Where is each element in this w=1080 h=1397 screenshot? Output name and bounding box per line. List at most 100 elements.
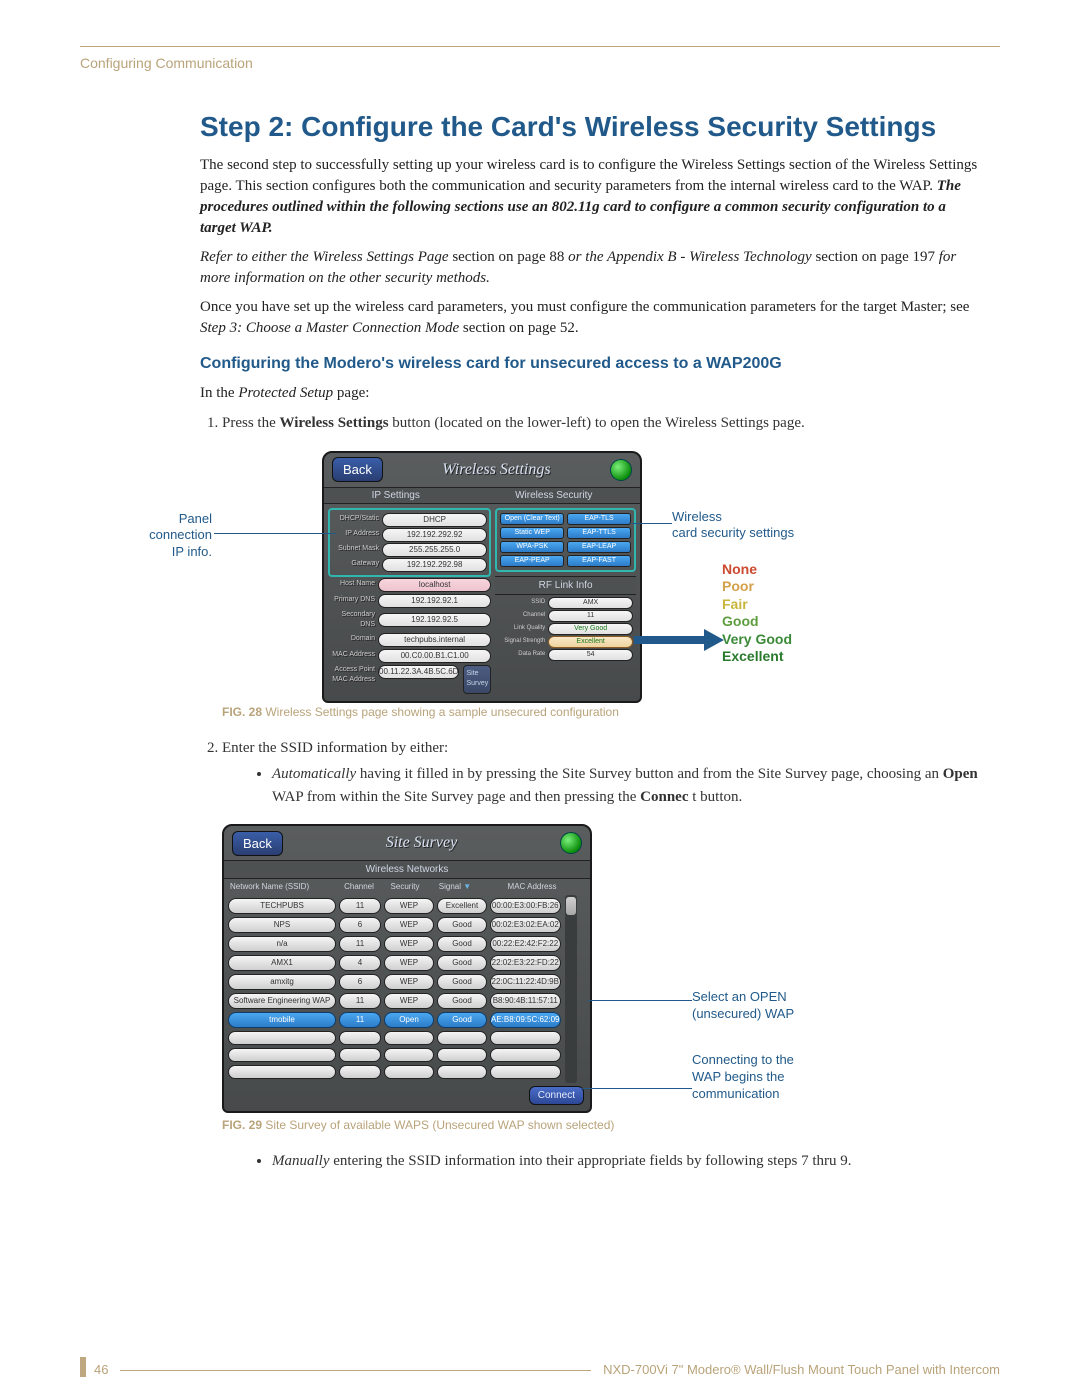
s1b: Wireless Settings [280,415,389,431]
cell-sec: WEP [384,974,434,990]
prelist-c: page: [337,385,369,401]
field-signal: Excellent [548,636,633,648]
intro-paragraph-2: Refer to either the Wireless Settings Pa… [200,247,980,289]
b1a: Automatically [272,766,356,782]
ref-c: or the Appendix B - Wireless Technology [568,249,812,265]
network-row[interactable]: AMX14WEPGood22:02:E3:22:FD:22 [228,955,561,971]
field-secdns[interactable]: 192.192.92.5 [378,613,491,627]
ss-back-button[interactable]: Back [232,831,283,856]
network-row-empty [228,1065,561,1079]
cell-name: n/a [228,936,336,952]
cell-chan: 4 [339,955,381,971]
scroll-thumb[interactable] [566,897,576,915]
b2b: entering the SSID information into their… [333,1153,851,1169]
sec-wep[interactable]: Static WEP [500,527,564,539]
tab-ip-settings: IP Settings [372,488,420,503]
quality-legend: None Poor Fair Good Very Good Excellent [722,561,792,666]
legend-poor: Poor [722,578,792,596]
b1d: WAP from within the Site Survey page and… [272,789,640,805]
sec-peap[interactable]: EAP-PEAP [500,555,564,567]
b1f: t button. [692,789,742,805]
field-ip[interactable]: 192.192.292.92 [382,528,487,542]
cell-sec: WEP [384,936,434,952]
network-row-empty [228,1031,561,1045]
label-apmac: Access Point MAC Address [328,665,378,686]
label-quality: Link Quality [498,624,548,633]
status-indicator-icon [610,459,632,481]
cell-mac: B8:90:4B:11:57:11 [490,993,561,1009]
fig28-caption: FIG. 28 Wireless Settings page showing a… [222,703,619,721]
cell-mac: 00:22:E2:42:F2:22 [490,936,561,952]
cell-chan: 11 [339,993,381,1009]
col-mac: MAC Address [480,881,584,893]
legend-none: None [722,561,792,579]
network-row[interactable]: Software Engineering WAP11WEPGoodB8:90:4… [228,993,561,1009]
status-indicator-icon [560,832,582,854]
fig29-caption: FIG. 29 Site Survey of available WAPS (U… [222,1116,614,1134]
ss-subtitle: Wireless Networks [224,860,590,879]
intro-text: The second step to successfully setting … [200,157,977,194]
cell-sec: WEP [384,955,434,971]
ref-b: section on page 88 [452,249,568,265]
network-row[interactable]: tmobile11OpenGoodAE:B8:09:5C:62:09 [228,1012,561,1028]
s1a: Press the [222,415,280,431]
callout-wireless-security: Wireless card security settings [672,509,852,543]
cell-sig: Good [437,955,487,971]
p3b: Step 3: Choose a Master Connection Mode [200,320,459,336]
sec-tls[interactable]: EAP-TLS [567,513,631,525]
field-ssid[interactable]: AMX [548,597,633,609]
ref-a: Refer to either the Wireless Settings Pa… [200,249,449,265]
site-survey-button[interactable]: Site Survey [463,665,491,694]
p3c: section on page 52. [463,320,579,336]
cell-sig: Good [437,917,487,933]
figure-29: Select an OPEN (unsecured) WAP Connectin… [222,824,980,1134]
p3a: Once you have set up the wireless card p… [200,299,969,315]
intro-paragraph-3: Once you have set up the wireless card p… [200,297,980,339]
cell-sig: Good [437,993,487,1009]
col-signal[interactable]: Signal ▼ [430,881,480,893]
label-mac: MAC Address [328,650,378,661]
field-pridns[interactable]: 192.192.92.1 [378,594,491,608]
tab-wireless-security: Wireless Security [515,488,592,503]
step-1: Press the Wireless Settings button (loca… [222,412,980,721]
field-host[interactable]: localhost [378,578,491,592]
cell-mac: 00:00:E3:00:FB:26 [490,898,561,914]
ref-d: section on page 197 [815,249,938,265]
field-apmac: 00.11.22.3A.4B.5C.6D [378,665,459,679]
doc-title-footer: NXD-700Vi 7" Modero® Wall/Flush Mount To… [603,1362,1000,1377]
callout-connecting: Connecting to the WAP begins the communi… [692,1052,852,1103]
label-ssid: SSID [498,598,548,607]
label-secdns: Secondary DNS [328,610,378,631]
legend-fair: Fair [722,596,792,614]
sec-open[interactable]: Open (Clear Text) [500,513,564,525]
field-gateway[interactable]: 192.192.292.98 [382,558,487,572]
fig29-num: FIG. 29 [222,1118,265,1132]
network-row[interactable]: amxitg6WEPGood22:0C:11:22:4D:9B [228,974,561,990]
field-subnet[interactable]: 255.255.255.0 [382,543,487,557]
s1c: button (located on the lower-left) to op… [392,415,804,431]
sec-leap[interactable]: EAP-LEAP [567,541,631,553]
cell-sig: Good [437,974,487,990]
field-domain[interactable]: techpubs.internal [378,633,491,647]
network-row[interactable]: TECHPUBS11WEPExcellent00:00:E3:00:FB:26 [228,898,561,914]
label-host: Host Name [328,579,378,590]
sec-fast[interactable]: EAP-FAST [567,555,631,567]
sec-wpa[interactable]: WPA-PSK [500,541,564,553]
rf-link-header: RF Link Info [495,576,636,595]
cell-chan: 11 [339,898,381,914]
page-number: 46 [94,1362,108,1377]
subheading-unsecured: Configuring the Modero's wireless card f… [200,355,980,373]
legend-good: Good [722,613,792,631]
network-row[interactable]: NPS6WEPGood00:02:E3:02:EA:02 [228,917,561,933]
prelist-a: In the [200,385,235,401]
cell-name: NPS [228,917,336,933]
fig28-text: Wireless Settings page showing a sample … [265,705,619,719]
connect-button[interactable]: Connect [529,1086,584,1105]
sort-down-icon: ▼ [463,881,471,893]
b1c: Open [943,766,978,782]
scrollbar[interactable] [565,895,577,1083]
ws-back-button[interactable]: Back [332,457,383,482]
network-row[interactable]: n/a11WEPGood00:22:E2:42:F2:22 [228,936,561,952]
sec-ttls[interactable]: EAP-TTLS [567,527,631,539]
field-dhcp[interactable]: DHCP [382,513,487,527]
